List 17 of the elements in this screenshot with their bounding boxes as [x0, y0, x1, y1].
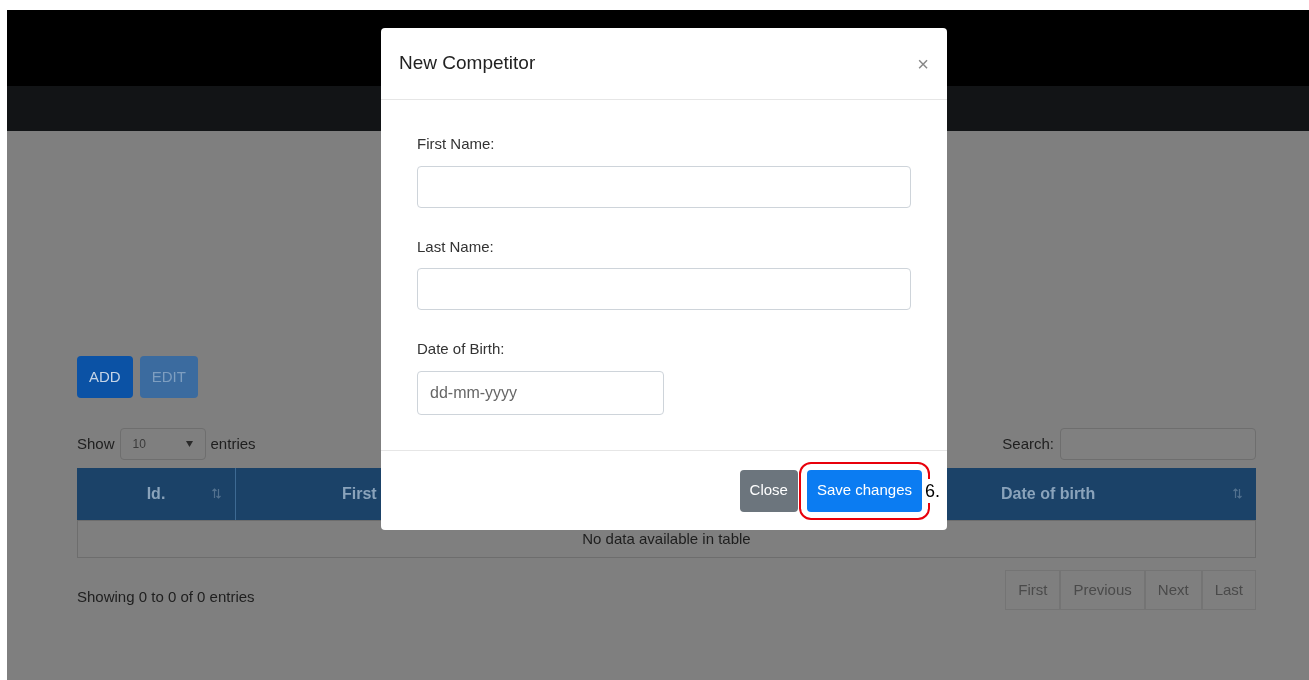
show-label: Show [77, 433, 115, 454]
page-length-select[interactable]: 10 [119, 428, 206, 460]
table-info: Showing 0 to 0 of 0 entries [77, 586, 255, 607]
date-field[interactable]: dd-mm-yyyy [417, 370, 664, 415]
field-label: Date of Birth: [417, 339, 506, 359]
caret-icon [185, 441, 193, 447]
text-field[interactable] [417, 165, 911, 208]
toolbar-button[interactable]: ADD [77, 356, 133, 398]
field-label: Last Name: [417, 236, 495, 257]
text-field[interactable] [417, 268, 911, 310]
entries-label: entries [210, 433, 256, 454]
modal-title: New Competitor [399, 51, 536, 76]
column-header[interactable]: Date of birth [949, 468, 1256, 520]
close-button[interactable]: Close [739, 469, 798, 512]
field-label: First Name: [417, 134, 496, 154]
column-header[interactable]: Id. [77, 468, 236, 520]
search-label: Search: [1002, 433, 1054, 454]
